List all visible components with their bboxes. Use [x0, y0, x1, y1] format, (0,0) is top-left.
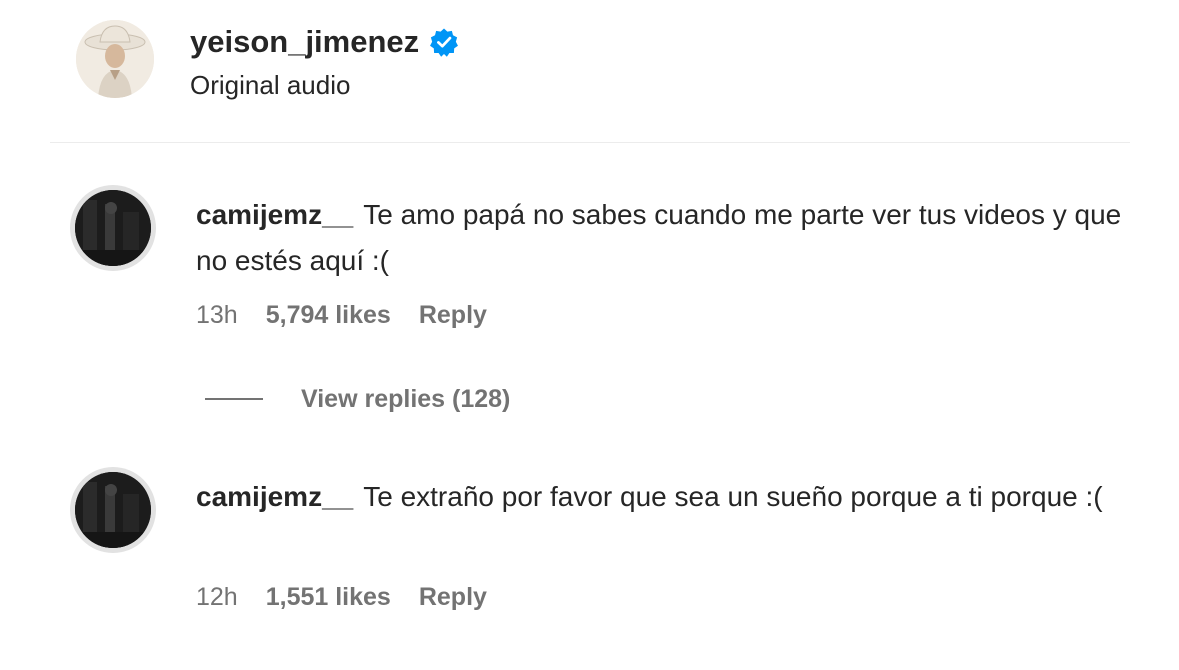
verified-badge-icon	[429, 27, 459, 57]
commenter-avatar[interactable]	[70, 467, 156, 553]
dark-photo-icon	[75, 190, 151, 266]
comment-body: camijemz__ Te amo papá no sabes cuando me…	[196, 192, 1126, 284]
cowboy-hat-portrait-icon	[76, 20, 154, 98]
comment-timestamp: 13h	[196, 301, 238, 329]
commenter-avatar[interactable]	[70, 185, 156, 271]
comment-username[interactable]: camijemz__	[196, 199, 353, 230]
comment-likes-count[interactable]: 1,551 likes	[266, 580, 391, 614]
header-username-row: yeison_jimenez	[190, 22, 459, 62]
reply-button[interactable]: Reply	[419, 580, 487, 614]
audio-title[interactable]: Original audio	[190, 68, 350, 102]
comment-likes-count[interactable]: 5,794 likes	[266, 298, 391, 332]
comments-panel: yeison_jimenez Original audio camijemz__…	[0, 0, 1179, 670]
commenter-avatar-image	[75, 190, 151, 266]
reply-button[interactable]: Reply	[419, 298, 487, 332]
view-replies-button[interactable]: View replies (128)	[205, 382, 510, 416]
comment-timestamp: 12h	[196, 583, 238, 611]
comment-body: camijemz__ Te extraño por favor que sea u…	[196, 474, 1126, 520]
commenter-avatar-image	[75, 472, 151, 548]
profile-avatar[interactable]	[76, 20, 154, 98]
comment-text: Te extraño por favor que sea un sueño po…	[363, 481, 1103, 512]
view-replies-label: View replies (128)	[301, 385, 511, 413]
dark-photo-icon	[75, 472, 151, 548]
audio-header: yeison_jimenez Original audio	[0, 0, 1179, 144]
header-divider	[50, 142, 1130, 143]
replies-line-divider	[205, 398, 263, 400]
audio-owner-username[interactable]: yeison_jimenez	[190, 22, 419, 62]
comment-meta: 13h 5,794 likes Reply	[196, 298, 487, 332]
comment-meta: 12h 1,551 likes Reply	[196, 580, 487, 614]
comment-username[interactable]: camijemz__	[196, 481, 353, 512]
